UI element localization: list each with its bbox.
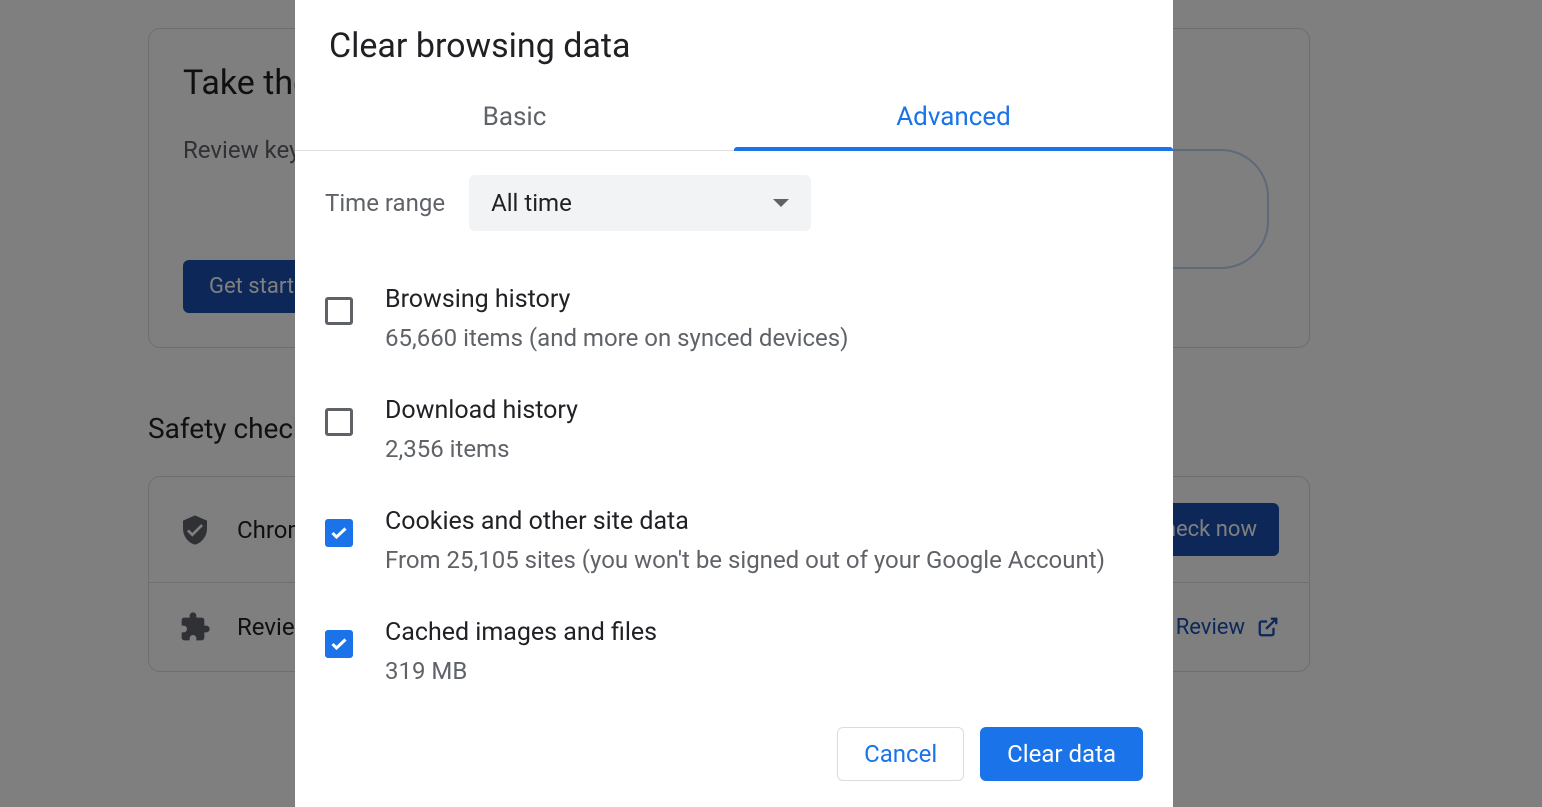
options-list: Browsing history 65,660 items (and more … [325, 249, 1173, 700]
time-range-row: Time range All time [325, 151, 1173, 249]
tab-basic-label: Basic [483, 102, 547, 132]
option-title: Browsing history [385, 285, 1143, 314]
dialog-header: Clear browsing data [295, 0, 1173, 86]
clear-data-button[interactable]: Clear data [980, 727, 1143, 781]
option-subtitle: 319 MB [385, 653, 1143, 689]
tab-basic[interactable]: Basic [295, 86, 734, 150]
time-range-value: All time [491, 189, 572, 217]
cancel-button[interactable]: Cancel [837, 727, 964, 781]
checkbox-browsing-history[interactable] [325, 297, 353, 325]
time-range-label: Time range [325, 189, 445, 217]
dialog-body[interactable]: Time range All time Browsing history 65,… [295, 151, 1173, 700]
option-subtitle: 2,356 items [385, 431, 1143, 467]
dialog-footer: Cancel Clear data [295, 700, 1173, 807]
checkbox-download-history[interactable] [325, 408, 353, 436]
tab-advanced-label: Advanced [896, 102, 1011, 132]
option-title: Cookies and other site data [385, 507, 1143, 536]
dialog-tabs: Basic Advanced [295, 86, 1173, 151]
option-download-history[interactable]: Download history 2,356 items [325, 380, 1173, 491]
checkbox-cached[interactable] [325, 630, 353, 658]
option-browsing-history[interactable]: Browsing history 65,660 items (and more … [325, 269, 1173, 380]
checkbox-cookies[interactable] [325, 519, 353, 547]
option-subtitle: From 25,105 sites (you won't be signed o… [385, 542, 1143, 578]
clear-data-label: Clear data [1007, 740, 1116, 768]
time-range-select[interactable]: All time [469, 175, 811, 231]
option-cached[interactable]: Cached images and files 319 MB [325, 602, 1173, 700]
checkmark-icon [331, 527, 347, 539]
option-title: Download history [385, 396, 1143, 425]
tab-advanced[interactable]: Advanced [734, 86, 1173, 150]
option-title: Cached images and files [385, 618, 1143, 647]
checkmark-icon [331, 638, 347, 650]
clear-browsing-data-dialog: Clear browsing data Basic Advanced Time … [295, 0, 1173, 807]
option-cookies[interactable]: Cookies and other site data From 25,105 … [325, 491, 1173, 602]
cancel-label: Cancel [864, 740, 937, 768]
triangle-down-icon [773, 199, 789, 207]
option-subtitle: 65,660 items (and more on synced devices… [385, 320, 1143, 356]
dialog-title: Clear browsing data [329, 26, 1139, 66]
